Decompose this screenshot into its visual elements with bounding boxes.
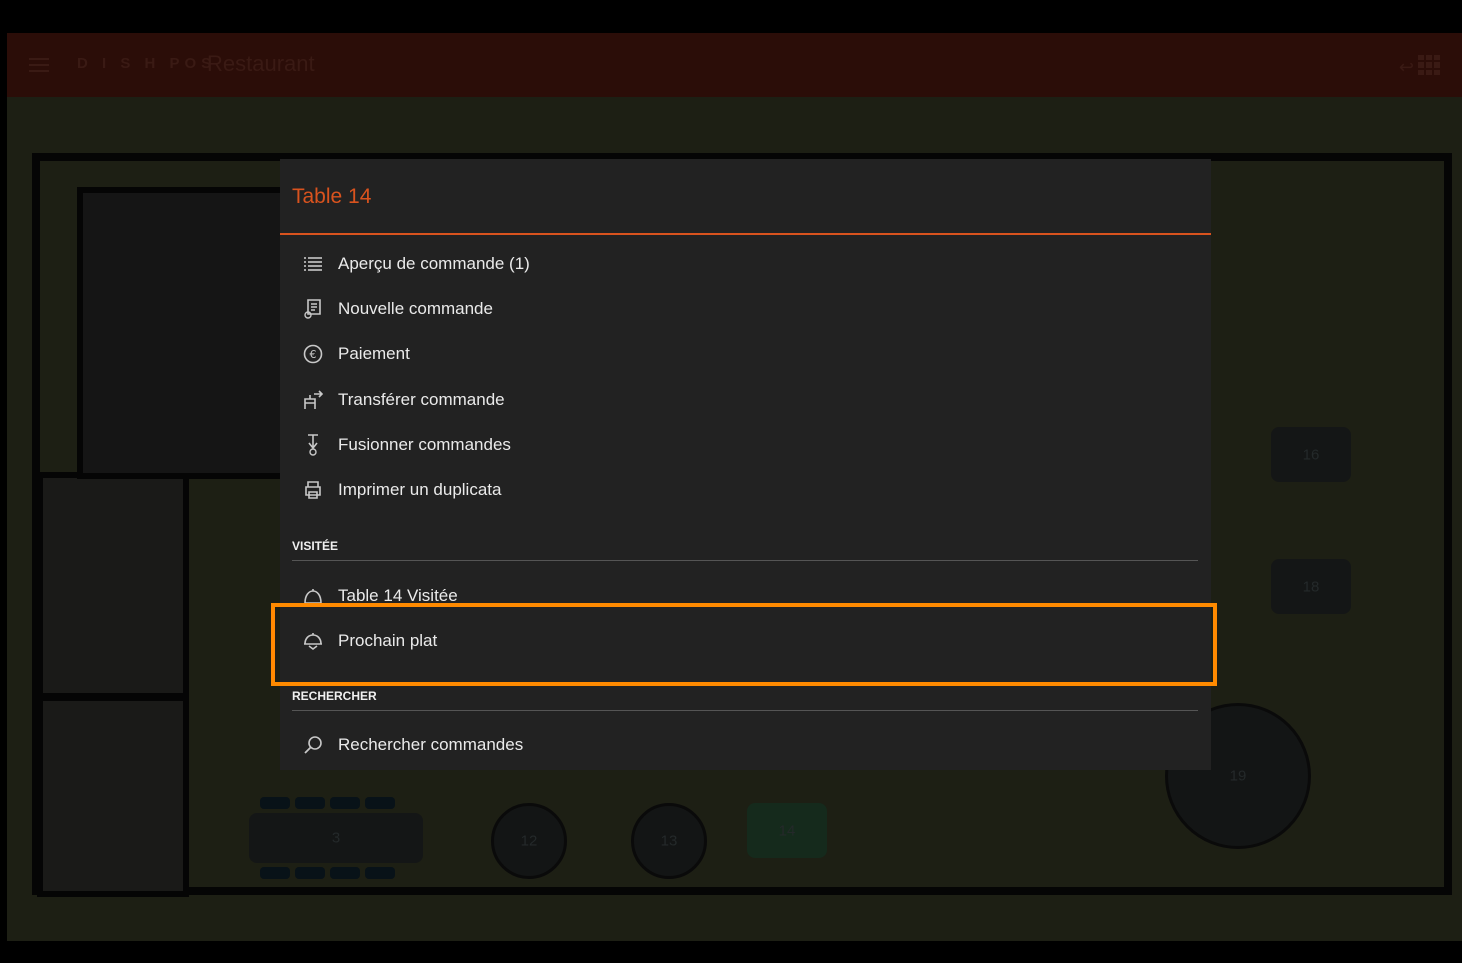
- table-12[interactable]: 12: [491, 803, 567, 879]
- wall: [1444, 153, 1452, 893]
- room: [77, 187, 289, 479]
- section-search-header: RECHERCHER: [292, 689, 377, 703]
- chair: [330, 797, 360, 809]
- action-order-overview[interactable]: Aperçu de commande (1): [300, 249, 1180, 279]
- action-search-orders[interactable]: Rechercher commandes: [300, 730, 1180, 760]
- action-print-duplicate[interactable]: Imprimer un duplicata: [300, 475, 1180, 505]
- printer-icon: [300, 479, 326, 501]
- chair: [260, 867, 290, 879]
- room: [37, 472, 189, 699]
- table-3[interactable]: 3: [249, 813, 423, 863]
- top-bar: D I S H POS Restaurant ↩: [7, 33, 1462, 97]
- highlight-box: [271, 603, 1217, 686]
- undo-icon[interactable]: ↩: [1399, 57, 1414, 78]
- action-transfer-order[interactable]: Transférer commande: [300, 385, 1180, 415]
- table-14[interactable]: 14: [747, 803, 827, 858]
- chair: [295, 797, 325, 809]
- page-title: Restaurant: [207, 51, 315, 76]
- room: [37, 695, 189, 897]
- search-icon: [300, 734, 326, 756]
- merge-icon: [300, 434, 326, 456]
- chair: [365, 797, 395, 809]
- svg-text:€: €: [310, 348, 317, 361]
- title-divider: [280, 233, 1211, 235]
- table-13[interactable]: 13: [631, 803, 707, 879]
- action-new-order[interactable]: Nouvelle commande: [300, 294, 1180, 324]
- euro-icon: €: [300, 343, 326, 365]
- section-divider: [292, 560, 1198, 561]
- list-icon: [300, 253, 326, 275]
- section-divider: [292, 710, 1198, 711]
- brand-logo: D I S H POS: [77, 55, 217, 72]
- chair: [330, 867, 360, 879]
- menu-icon[interactable]: [29, 58, 49, 72]
- action-merge-orders[interactable]: Fusionner commandes: [300, 430, 1180, 460]
- table-16[interactable]: 16: [1271, 427, 1351, 482]
- chair: [260, 797, 290, 809]
- chair: [295, 867, 325, 879]
- dialog-title: Table 14: [292, 185, 372, 208]
- chair: [365, 867, 395, 879]
- transfer-chair-icon: [300, 389, 326, 411]
- section-visited-header: VISITÉE: [292, 539, 339, 553]
- receipt-icon: [300, 298, 326, 320]
- grid-icon[interactable]: [1418, 55, 1440, 75]
- wall: [32, 887, 1452, 895]
- table-18[interactable]: 18: [1271, 559, 1351, 614]
- action-payment[interactable]: € Paiement: [300, 339, 1180, 369]
